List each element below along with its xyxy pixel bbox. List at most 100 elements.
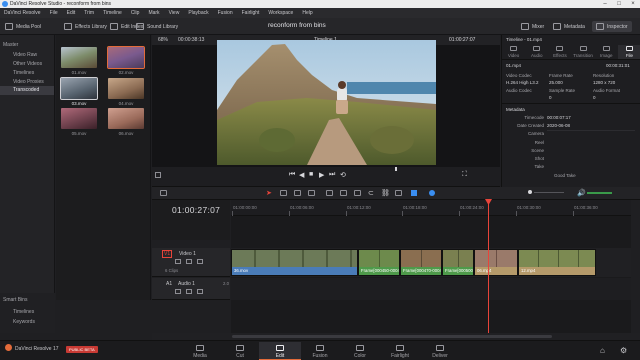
position-lock-icon[interactable] [395, 190, 402, 196]
audio-lock-icon[interactable] [175, 289, 181, 294]
bin-master[interactable]: Master [3, 42, 18, 48]
menu-davinci[interactable]: DaVinci Resolve [4, 10, 41, 16]
auto-select-icon[interactable] [186, 259, 192, 264]
timeline-view-icon[interactable] [160, 190, 167, 196]
bin-video-proxies[interactable]: Video Proxies [13, 79, 44, 85]
menu-playback[interactable]: Playback [188, 10, 208, 16]
jog-to-start-icon[interactable]: ⏮ [289, 171, 295, 179]
viewer-zoom[interactable]: 68% [158, 37, 168, 43]
maximize-icon[interactable]: □ [612, 0, 626, 8]
tab-image[interactable]: Image [595, 45, 618, 59]
menu-workspace[interactable]: Workspace [268, 10, 293, 16]
clip-thumb-3[interactable] [60, 77, 98, 100]
audio-track-lane[interactable] [231, 278, 631, 300]
timeline-clip-6[interactable]: 12.mp4 [518, 249, 596, 276]
tab-video[interactable]: Video [502, 45, 525, 59]
menu-file[interactable]: File [50, 10, 58, 16]
smart-bin-timelines[interactable]: Timelines [13, 309, 34, 315]
meta-fields[interactable] [547, 130, 635, 172]
marker-icon[interactable] [429, 190, 435, 196]
menu-clip[interactable]: Clip [131, 10, 140, 16]
a1-track-name[interactable]: Audio 1 [178, 281, 195, 287]
solo-icon[interactable] [186, 289, 192, 294]
bin-other-videos[interactable]: Other Videos [13, 61, 42, 67]
stop-icon[interactable]: ■ [309, 171, 313, 178]
bin-transcoded[interactable]: Transcoded [0, 86, 54, 95]
jog-to-end-icon[interactable]: ⏭ [329, 171, 335, 179]
mute-icon[interactable] [197, 289, 203, 294]
tab-file[interactable]: File [617, 45, 640, 59]
overwrite-clip-icon[interactable] [340, 190, 347, 196]
timeline-clip-3[interactable]: Frame[000470-000485].mov [400, 249, 442, 276]
mixer-button[interactable]: Mixer [521, 21, 544, 32]
dynamic-trim-icon[interactable] [294, 190, 301, 196]
zoom-slider[interactable] [534, 192, 564, 193]
tab-effects[interactable]: Effects [548, 45, 571, 59]
metadata-button[interactable]: Metadata [553, 21, 585, 32]
flag-icon[interactable] [411, 190, 417, 196]
page-color[interactable]: Color [339, 342, 381, 360]
clip-thumb-1[interactable] [61, 47, 97, 68]
bin-video-raw[interactable]: Video Raw [13, 52, 37, 58]
tab-audio[interactable]: Audio [525, 45, 548, 59]
timeline-clip-2[interactable]: Frame[000450-000463].mov [358, 249, 400, 276]
clip-thumb-2[interactable] [107, 46, 145, 69]
playhead[interactable] [488, 199, 489, 333]
close-icon[interactable]: × [626, 0, 640, 8]
clip-thumb-5[interactable] [61, 108, 97, 129]
selection-tool-icon[interactable]: ➤ [266, 189, 272, 197]
page-cut[interactable]: Cut [219, 342, 261, 360]
snapping-icon[interactable]: ⊂ [368, 189, 374, 197]
viewer-mode-icon[interactable] [155, 172, 161, 178]
fullscreen-icon[interactable]: ⛶ [462, 171, 467, 179]
page-deliver[interactable]: Deliver [419, 342, 461, 360]
clip-thumb-6[interactable] [108, 108, 144, 129]
menu-edit[interactable]: Edit [67, 10, 76, 16]
media-pool-button[interactable]: Media Pool [5, 21, 41, 32]
lock-track-icon[interactable] [175, 259, 181, 264]
a1-track-id[interactable]: A1 [166, 281, 172, 287]
inspector-button[interactable]: Inspector [592, 21, 632, 32]
page-edit[interactable]: Edit [259, 342, 301, 360]
menu-trim[interactable]: Trim [84, 10, 94, 16]
bin-timelines[interactable]: Timelines [13, 70, 34, 76]
timeline-scroll-thumb[interactable] [232, 335, 552, 338]
smart-bin-keywords[interactable]: Keywords [13, 319, 35, 325]
timeline-clip-4[interactable]: Frame[000500-000... [442, 249, 474, 276]
insert-clip-icon[interactable] [326, 190, 333, 196]
menu-fusion[interactable]: Fusion [218, 10, 233, 16]
link-icon[interactable]: ⛓ [381, 189, 390, 197]
page-fairlight[interactable]: Fairlight [379, 342, 421, 360]
blade-tool-icon[interactable] [308, 190, 315, 196]
trim-tool-icon[interactable] [280, 190, 287, 196]
play-reverse-icon[interactable]: ◀ [299, 171, 304, 179]
menu-mark[interactable]: Mark [148, 10, 159, 16]
menu-view[interactable]: View [169, 10, 180, 16]
timeline-scrollbar[interactable] [152, 333, 640, 340]
viewer-scrubber-marker[interactable] [395, 167, 397, 171]
menu-fairlight[interactable]: Fairlight [242, 10, 260, 16]
replace-clip-icon[interactable] [354, 190, 361, 196]
meta-value-timecode[interactable]: 00:00:07:17 [547, 115, 571, 120]
menu-help[interactable]: Help [302, 10, 312, 16]
page-fusion[interactable]: Fusion [299, 342, 341, 360]
timeline-ruler[interactable]: 01:00:00:00 01:00:06:00 01:00:12:00 01:0… [231, 200, 631, 216]
play-icon[interactable]: ▶ [319, 171, 324, 179]
tab-transition[interactable]: Transition [572, 45, 595, 59]
page-media[interactable]: Media [179, 342, 221, 360]
v1-track-name[interactable]: Video 1 [179, 251, 196, 257]
zoom-full-icon[interactable] [528, 190, 532, 194]
menu-timeline[interactable]: Timeline [103, 10, 122, 16]
track-visibility-icon[interactable] [197, 259, 203, 264]
home-icon[interactable]: ⌂ [600, 346, 605, 355]
timeline-clip-5[interactable]: 06.mp4 [474, 249, 518, 276]
good-take-checkbox[interactable]: Good Take [554, 173, 576, 178]
volume-slider[interactable] [587, 192, 612, 194]
settings-gear-icon[interactable]: ⚙ [620, 346, 627, 355]
effects-library-button[interactable]: Effects Library [64, 21, 107, 32]
sound-library-button[interactable]: Sound Library [136, 21, 178, 32]
audio-monitor-icon[interactable]: 🔊 [577, 189, 586, 197]
v1-track-id[interactable]: V1 [162, 250, 173, 258]
clip-thumb-4[interactable] [108, 78, 144, 99]
loop-icon[interactable]: ⟲ [340, 171, 346, 179]
